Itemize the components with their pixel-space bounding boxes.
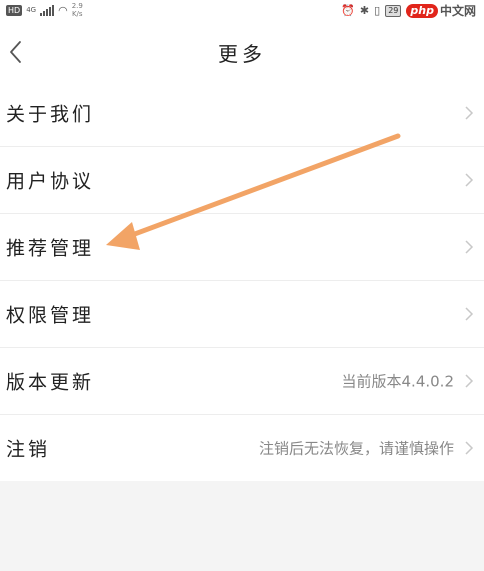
settings-item-about-us[interactable]: 关于我们 (0, 80, 484, 146)
status-bar-right: ⏰ ✱ ▯ 29 php 中文网 (341, 2, 476, 19)
chevron-right-icon (465, 106, 474, 120)
settings-item-label: 推荐管理 (6, 237, 95, 260)
settings-item-label: 关于我们 (6, 103, 95, 126)
chevron-right-icon (465, 374, 474, 388)
battery-indicator: 29 (385, 4, 402, 17)
watermark-php: php (406, 3, 438, 18)
deregister-warning: 注销后无法恢复，请谨慎操作 (258, 439, 454, 458)
settings-item-user-agreement[interactable]: 用户协议 (0, 146, 484, 213)
network-speed-unit: K/s (71, 10, 83, 18)
page-title: 更多 (218, 42, 266, 66)
settings-item-label: 用户协议 (6, 170, 95, 193)
bluetooth-icon: ✱ (359, 4, 370, 17)
chevron-right-icon (465, 441, 474, 455)
network-speed-value: 2.9 (71, 2, 83, 10)
wifi-icon: ◠ (58, 3, 68, 17)
settings-item-label: 权限管理 (6, 304, 95, 327)
screen: HD 4G ◠ 2.9 K/s ⏰ ✱ ▯ 29 php 中文网 更多 关于我们… (0, 0, 484, 571)
settings-list: 关于我们 用户协议 推荐管理 权限管理 版本更新 当前版本4.4.0.2 注销 … (0, 80, 484, 481)
settings-item-label: 注销 (6, 438, 51, 461)
network-speed: 2.9 K/s (72, 2, 83, 18)
settings-item-deregister[interactable]: 注销 注销后无法恢复，请谨慎操作 (0, 414, 484, 481)
status-bar: HD 4G ◠ 2.9 K/s ⏰ ✱ ▯ 29 php 中文网 (0, 0, 484, 22)
settings-item-recommendation-management[interactable]: 推荐管理 (0, 213, 484, 280)
nav-header: 更多 (0, 22, 484, 82)
alarm-icon: ⏰ (341, 4, 355, 17)
settings-item-version-update[interactable]: 版本更新 当前版本4.4.0.2 (0, 347, 484, 414)
chevron-right-icon (465, 173, 474, 187)
signal-icon (40, 4, 55, 16)
network-type: 4G (26, 6, 37, 14)
settings-item-permission-management[interactable]: 权限管理 (0, 280, 484, 347)
hd-badge: HD (6, 4, 23, 16)
chevron-right-icon (465, 240, 474, 254)
settings-item-label: 版本更新 (6, 371, 95, 394)
watermark-cn: 中文网 (439, 4, 476, 18)
php-watermark-logo: php 中文网 (406, 2, 476, 19)
chevron-right-icon (465, 307, 474, 321)
vibrate-icon: ▯ (374, 4, 381, 17)
current-version-value: 当前版本4.4.0.2 (341, 372, 454, 391)
status-bar-left: HD 4G ◠ 2.9 K/s (6, 2, 83, 18)
